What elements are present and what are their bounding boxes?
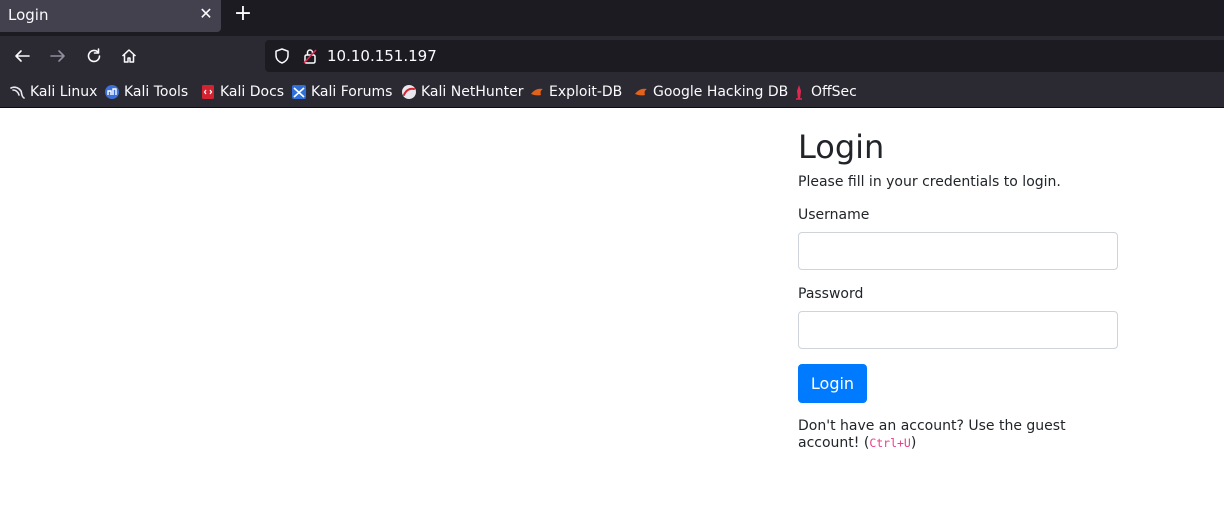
kali-forums-icon <box>292 85 306 99</box>
username-input[interactable] <box>798 232 1118 270</box>
password-label: Password <box>798 286 864 302</box>
ghdb-icon <box>635 88 647 96</box>
bookmark-kali-forums[interactable]: Kali Forums <box>291 82 392 102</box>
url-text[interactable]: 10.10.151.197 <box>327 47 437 65</box>
address-bar[interactable]: 10.10.151.197 <box>265 40 1224 72</box>
back-icon[interactable] <box>11 45 33 67</box>
bookmark-kali-docs[interactable]: Kali Docs <box>200 82 284 102</box>
kali-docs-icon <box>202 85 214 99</box>
username-label: Username <box>798 207 870 223</box>
bookmark-label: Kali Docs <box>220 84 285 100</box>
offsec-icon <box>796 85 802 100</box>
tab-title: Login <box>8 6 49 24</box>
nethunter-icon <box>402 85 416 99</box>
page-title: Login <box>798 128 885 166</box>
bookmark-kali-nethunter[interactable]: Kali NetHunter <box>401 82 523 102</box>
insecure-lock-icon[interactable] <box>301 47 319 65</box>
tracking-protection-shield-icon[interactable] <box>273 47 291 65</box>
bookmark-label: Google Hacking DB <box>653 84 789 100</box>
exploit-db-icon <box>531 88 543 96</box>
bookmark-exploit-db[interactable]: Exploit-DB <box>529 82 622 102</box>
page-content: Login Please fill in your credentials to… <box>0 108 1224 506</box>
tab-bar: Login ✕ + <box>0 0 1224 36</box>
bookmark-kali-linux[interactable]: Kali Linux <box>10 82 97 102</box>
reload-icon[interactable] <box>83 45 105 67</box>
bookmark-label: Kali Tools <box>124 84 189 100</box>
bookmark-offsec[interactable]: OffSec <box>791 82 857 102</box>
password-input[interactable] <box>798 311 1118 349</box>
guest-note-close: ) <box>910 435 917 451</box>
login-button[interactable]: Login <box>798 364 867 403</box>
forward-icon[interactable] <box>47 45 69 67</box>
bookmark-label: Kali Forums <box>311 84 393 100</box>
kali-dragon-icon <box>10 86 25 99</box>
guest-note-text: Don't have an account? Use the guest acc… <box>798 418 1066 451</box>
navigation-toolbar: 10.10.151.197 <box>0 36 1224 76</box>
guest-account-note: Don't have an account? Use the guest acc… <box>798 418 1098 452</box>
bookmarks-toolbar: Kali Linux Kali Tools Kali Docs Kali For… <box>0 76 1224 108</box>
bookmark-label: Kali Linux <box>30 84 98 100</box>
guest-shortcut: Ctrl+U <box>869 436 911 450</box>
kali-tools-icon <box>105 85 119 99</box>
new-tab-icon[interactable]: + <box>232 3 254 25</box>
bookmark-label: Exploit-DB <box>549 84 623 100</box>
bookmark-label: Kali NetHunter <box>421 84 524 100</box>
close-tab-icon[interactable]: ✕ <box>197 5 215 23</box>
bookmark-google-hacking-db[interactable]: Google Hacking DB <box>633 82 788 102</box>
home-icon[interactable] <box>118 45 140 67</box>
active-tab[interactable]: Login ✕ <box>0 0 221 32</box>
bookmark-label: OffSec <box>811 84 857 100</box>
bookmark-kali-tools[interactable]: Kali Tools <box>104 82 188 102</box>
login-instructions: Please fill in your credentials to login… <box>798 174 1061 190</box>
